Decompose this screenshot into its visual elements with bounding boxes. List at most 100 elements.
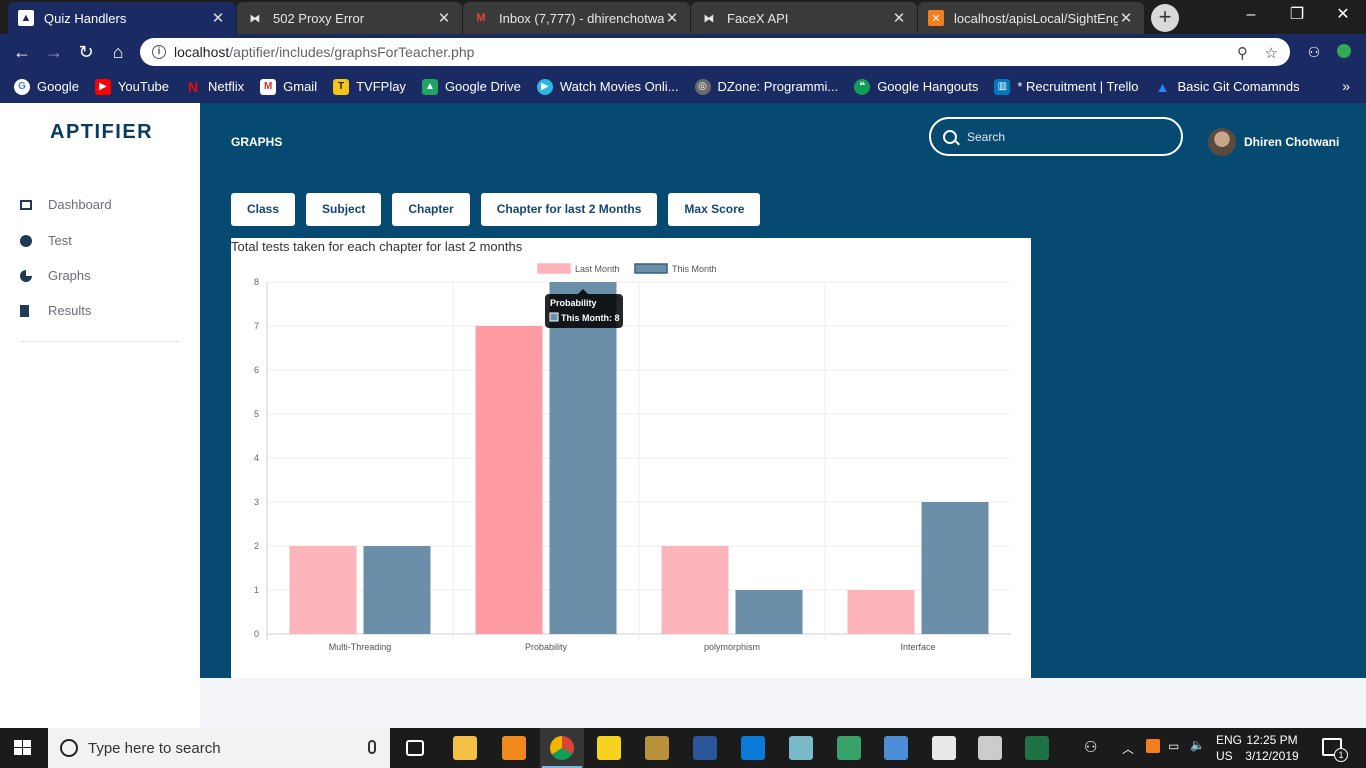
legend-label: This Month [672, 264, 717, 274]
zoom-icon[interactable]: ⚲ [1237, 44, 1248, 62]
sidebar-item-dashboard[interactable]: Dashboard [20, 197, 112, 212]
bar-this-month[interactable] [549, 282, 617, 634]
chevron-right-icon[interactable]: » [1342, 78, 1350, 94]
user-menu[interactable]: Dhiren Chotwani [1208, 128, 1339, 156]
app-logo[interactable]: APTIFIER [50, 121, 153, 144]
minimize-button[interactable]: – [1228, 0, 1274, 30]
extension-icon[interactable]: ⚇ [1302, 40, 1326, 64]
close-window-button[interactable]: ✕ [1320, 0, 1366, 30]
bar-last-month[interactable] [289, 546, 357, 634]
chapter-button[interactable]: Chapter [392, 193, 470, 226]
bar-last-month[interactable] [847, 590, 915, 634]
file-explorer-icon[interactable] [453, 736, 477, 760]
sidebar-item-test[interactable]: Test [20, 233, 72, 248]
search-input[interactable] [967, 129, 1167, 144]
excel-icon[interactable] [1025, 736, 1049, 760]
bookmark-netflix[interactable]: N Netflix [185, 79, 244, 95]
bookmark-label: Netflix [208, 79, 245, 94]
forward-icon[interactable]: → [42, 40, 66, 64]
language-indicator[interactable]: ENG US [1216, 732, 1242, 764]
bar-chart[interactable]: 0 1 2 3 4 5 6 7 8 Multi-Threading Probability polym… [231, 238, 1031, 678]
gmail-icon: M [260, 78, 277, 95]
close-icon[interactable]: ✕ [1118, 9, 1134, 27]
reload-icon[interactable]: ↻ [74, 40, 98, 64]
restore-button[interactable]: ❐ [1274, 0, 1320, 30]
bookmark-git-commands[interactable]: ▲ Basic Git Comamnds [1155, 79, 1300, 95]
network-icon[interactable]: ▭ [1168, 739, 1179, 753]
vlc-icon[interactable] [502, 736, 526, 760]
y-tick-label: 5 [254, 409, 259, 419]
close-icon[interactable]: ✕ [210, 9, 226, 27]
microphone-icon[interactable] [368, 740, 376, 754]
close-icon[interactable]: ✕ [891, 9, 907, 27]
chevron-up-icon[interactable]: ︿ [1122, 740, 1134, 757]
remote-desktop-icon[interactable] [884, 736, 908, 760]
y-tick-label: 7 [254, 321, 259, 331]
tvfplay-icon: T [333, 78, 350, 95]
close-icon[interactable]: ✕ [664, 9, 680, 27]
new-tab-button[interactable]: + [1151, 4, 1179, 32]
edge-icon[interactable] [741, 736, 765, 760]
taskbar-search[interactable]: Type here to search [48, 728, 390, 768]
tab-facex-api[interactable]: ⧓ FaceX API ✕ [691, 2, 917, 34]
bar-this-month[interactable] [921, 502, 989, 634]
bookmark-dzone[interactable]: ◎ DZone: Programmi... [694, 78, 838, 95]
class-button[interactable]: Class [231, 193, 296, 226]
bookmark-label: YouTube [117, 79, 170, 94]
sticky-notes-icon[interactable] [597, 736, 621, 760]
git-icon[interactable] [837, 736, 861, 760]
max-score-button[interactable]: Max Score [668, 193, 761, 226]
tab-gmail-inbox[interactable]: M Inbox (7,777) - dhirenchotwani ✕ [463, 2, 690, 34]
people-icon[interactable]: ⚇ [1084, 738, 1097, 756]
bookmark-google[interactable]: G Google [14, 78, 79, 95]
info-icon[interactable]: i [152, 45, 166, 59]
terminal-icon[interactable] [978, 736, 1002, 760]
bookmark-watch-movies[interactable]: ▶ Watch Movies Onli... [536, 78, 679, 95]
tab-proxy-error[interactable]: ⧓ 502 Proxy Error ✕ [237, 2, 462, 34]
task-view-icon[interactable] [406, 740, 424, 756]
url-field[interactable]: i localhost/aptifier/includes/graphsForT… [140, 38, 1290, 66]
windows-start-icon[interactable] [14, 740, 32, 756]
page-footer-area [200, 678, 1366, 728]
chapter-last-2-months-button[interactable]: Chapter for last 2 Months [480, 193, 658, 226]
bookmark-label: Gmail [283, 79, 318, 94]
tab-sightengine[interactable]: ✕ localhost/apisLocal/SightEngine ✕ [918, 2, 1144, 34]
bookmark-google-drive[interactable]: ▲ Google Drive [421, 78, 521, 95]
bookmark-trello[interactable]: ▥ * Recruitment | Trello [994, 78, 1139, 95]
notepad-icon[interactable] [789, 736, 813, 760]
bookmark-youtube[interactable]: ▶ YouTube [94, 78, 170, 95]
search-box[interactable] [929, 117, 1183, 156]
home-icon[interactable]: ⌂ [106, 40, 130, 64]
close-icon[interactable]: ✕ [436, 9, 452, 27]
facex-favicon-icon: ⧓ [703, 12, 715, 25]
tab-title: Inbox (7,777) - dhirenchotwani [499, 10, 664, 26]
chrome-icon[interactable] [550, 736, 574, 760]
word-icon[interactable] [693, 736, 717, 760]
url-host: localhost [174, 44, 230, 60]
bar-last-month[interactable] [661, 546, 729, 634]
gmail-favicon-icon: M [476, 12, 486, 24]
bookmark-hangouts[interactable]: ❝ Google Hangouts [854, 78, 978, 95]
volume-icon[interactable]: 🔈 [1190, 738, 1205, 752]
clock-date: 3/12/2019 [1245, 749, 1299, 763]
sidebar-item-results[interactable]: Results [20, 303, 91, 318]
bar-this-month[interactable] [363, 546, 431, 634]
star-icon[interactable]: ☆ [1265, 44, 1278, 62]
xampp-tray-icon[interactable] [1146, 739, 1160, 753]
y-tick-label: 1 [254, 585, 259, 595]
subject-button[interactable]: Subject [306, 193, 382, 226]
filter-button-row: Class Subject Chapter Chapter for last 2… [231, 193, 771, 226]
bar-last-month[interactable] [475, 326, 543, 634]
intellij-icon[interactable] [932, 736, 956, 760]
dosbox-icon[interactable] [645, 736, 669, 760]
bar-this-month[interactable] [735, 590, 803, 634]
bookmark-gmail[interactable]: M Gmail [260, 78, 318, 95]
back-icon[interactable]: ← [10, 40, 34, 64]
sidebar-item-graphs[interactable]: Graphs [20, 268, 91, 283]
clock[interactable]: 12:25 PM 3/12/2019 [1242, 732, 1302, 764]
bookmark-tvfplay[interactable]: T TVFPlay [333, 78, 406, 95]
tab-title: FaceX API [727, 10, 789, 26]
tab-quiz-handlers[interactable]: ▲ Quiz Handlers ✕ [8, 2, 236, 34]
profile-icon[interactable] [1332, 40, 1356, 64]
address-bar: ← → ↻ ⌂ i localhost/aptifier/includes/gr… [0, 34, 1366, 70]
